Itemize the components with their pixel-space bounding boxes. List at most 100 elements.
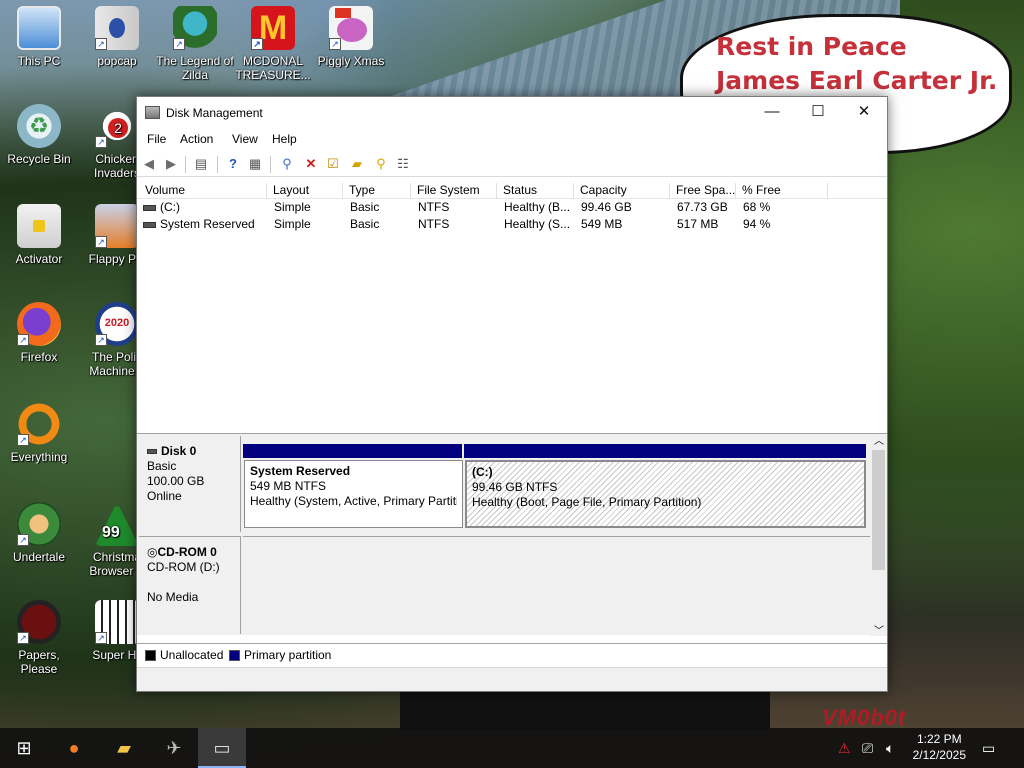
partition-c[interactable]: (C:) 99.46 GB NTFS Healthy (Boot, Page F… [465,460,866,528]
legend-label-unallocated: Unallocated [160,648,224,662]
console-tree-icon[interactable]: ▤ [193,156,209,172]
connect-icon[interactable]: ⚲ [279,156,295,172]
mcdonalds-icon: M ↗ [251,6,295,50]
help-icon[interactable]: ? [225,156,241,172]
cell-file-system: NTFS [418,217,450,231]
bubble-text-line2: James Earl Carter Jr. [716,66,998,95]
status-bar [137,667,887,691]
col-percent-free[interactable]: % Free [736,183,828,199]
disk-0-type: Basic [147,459,177,473]
scrollbar-thumb[interactable] [872,450,885,570]
folder-icon[interactable]: ▰ [349,156,365,172]
firefox-icon: ↗ [17,302,61,346]
disk-0-label[interactable]: Disk 0 Basic 100.00 GB Online [139,436,241,532]
toolbar-separator [185,156,186,173]
disk-management-window[interactable]: Disk Management — ☐ ✕ File Action View H… [136,96,888,692]
volume-list[interactable]: Volume Layout Type File System Status Ca… [137,181,887,427]
check-icon[interactable]: ☑ [325,156,341,172]
politics-badge: 2020 [104,317,130,329]
search-folder-icon[interactable]: ⚲ [373,156,389,172]
maximize-button[interactable]: ☐ [795,97,841,127]
col-capacity[interactable]: Capacity [574,183,670,199]
game-character-icon: ↗ [173,6,217,50]
cell-layout: Simple [274,217,311,231]
menu-file[interactable]: File [147,132,166,146]
bubble-text-line1: Rest in Peace [716,32,907,61]
desktop-icon-everything[interactable]: ↗ Everything [0,402,78,464]
christmas-badge: 99 [102,524,120,541]
clock-date: 2/12/2025 [912,748,966,762]
desktop-icon-undertale[interactable]: ↗ Undertale [0,502,78,564]
notifications-icon[interactable]: ▭ [982,740,995,757]
back-arrow-icon[interactable]: ◀ [141,156,157,172]
desktop-icon-activator[interactable]: Activator [0,204,78,266]
properties-icon[interactable]: ▦ [247,156,263,172]
table-row[interactable]: System Reserved Simple Basic NTFS Health… [137,216,887,233]
partition-size: 99.46 GB NTFS [472,480,558,494]
col-type[interactable]: Type [343,183,411,199]
legend: Unallocated Primary partition [137,643,887,665]
partition-system-reserved[interactable]: System Reserved 549 MB NTFS Healthy (Sys… [244,460,463,528]
chicken-badge: 2 [108,118,128,138]
menu-help[interactable]: Help [272,132,297,146]
taskbar-app-icon[interactable]: ✈ [150,728,198,768]
menu-action[interactable]: Action [180,132,213,146]
col-status[interactable]: Status [497,183,574,199]
partition-bar-system-reserved [243,444,462,458]
taskbar-firefox-icon[interactable]: ● [50,728,98,768]
legend-swatch-primary [229,650,240,661]
recycle-bin-icon: ♻ [17,104,61,148]
desktop-icon-piggly-xmas[interactable]: ↗ Piggly Xmas [312,6,390,68]
title-bar[interactable]: Disk Management — ☐ ✕ [137,97,887,129]
menu-view[interactable]: View [232,132,258,146]
cell-percent-free: 94 % [743,217,771,231]
minimize-button[interactable]: — [749,97,795,127]
desktop-icon-papers-please[interactable]: ↗ Papers, Please [0,600,78,676]
clock[interactable]: 1:22 PM 2/12/2025 [913,731,966,763]
disk-graphical-view[interactable]: Disk 0 Basic 100.00 GB Online System Res… [137,432,887,637]
cell-volume: System Reserved [160,217,255,231]
scroll-down-icon[interactable]: ﹀ [874,622,884,637]
delete-icon[interactable]: ✕ [303,156,319,172]
cdrom-0-label[interactable]: ◎CD-ROM 0 CD-ROM (D:) No Media [139,536,241,634]
desktop-icon-mcdonal-treasure[interactable]: M ↗ MCDONAL TREASURE... [234,6,312,82]
col-file-system[interactable]: File System [411,183,497,199]
close-button[interactable]: ✕ [841,97,887,127]
col-free-space[interactable]: Free Spa... [670,183,736,199]
network-icon[interactable]: ⎚ [862,740,873,757]
col-layout[interactable]: Layout [267,183,343,199]
cell-volume: (C:) [160,200,180,214]
partition-status: Healthy (System, Active, Primary Partiti [250,494,457,508]
desktop-icon-this-pc[interactable]: This PC [0,6,78,68]
forward-arrow-icon[interactable]: ▶ [163,156,179,172]
graphical-view-scrollbar[interactable]: ︿ ﹀ [870,432,887,637]
taskbar-disk-management-icon[interactable]: ▭ [198,728,246,768]
desktop-icon-firefox[interactable]: ↗ Firefox [0,302,78,364]
taskbar-file-explorer-icon[interactable]: ▰ [100,728,148,768]
cdrom-0-size [139,575,240,590]
flappy-icon: ↗ [95,204,139,248]
desktop-icon-recycle-bin[interactable]: ♻ Recycle Bin [0,104,78,166]
cell-type: Basic [350,217,380,231]
col-volume[interactable]: Volume [139,183,267,199]
list-view-icon[interactable]: ☷ [395,156,411,172]
desktop-icon-legend-of-zilda[interactable]: ↗ The Legend of Zilda [156,6,234,82]
legend-swatch-unallocated [145,650,156,661]
cdrom-0-area [243,536,870,634]
cell-status: Healthy (S... [504,217,571,231]
start-windows-icon[interactable]: ⊞ [0,728,48,768]
security-alert-icon[interactable]: ⚠ [838,740,851,757]
toolbar-separator [270,156,271,173]
disk-0-size: 100.00 GB [147,474,205,488]
toolbar: ◀ ▶ ▤ ? ▦ ⚲ ✕ ☑ ▰ ⚲ ☷ [137,151,887,177]
taskbar: ⊞ ● ▰ ✈ ▭ ⚠ ⎚ 🔈︎ 1:22 PM 2/12/2025 ▭ [0,728,1024,768]
disk-icon [147,449,157,455]
cell-percent-free: 68 % [743,200,771,214]
volume-icon[interactable]: 🔈︎ [886,740,894,757]
table-row[interactable]: (C:) Simple Basic NTFS Healthy (B... 99.… [137,199,887,216]
politics-icon: 2020 ↗ [95,302,139,346]
legend-label-primary: Primary partition [244,648,332,662]
desktop-icon-popcap[interactable]: ↗ popcap [78,6,156,68]
cell-capacity: 99.46 GB [581,200,632,214]
scroll-up-icon[interactable]: ︿ [874,432,884,447]
